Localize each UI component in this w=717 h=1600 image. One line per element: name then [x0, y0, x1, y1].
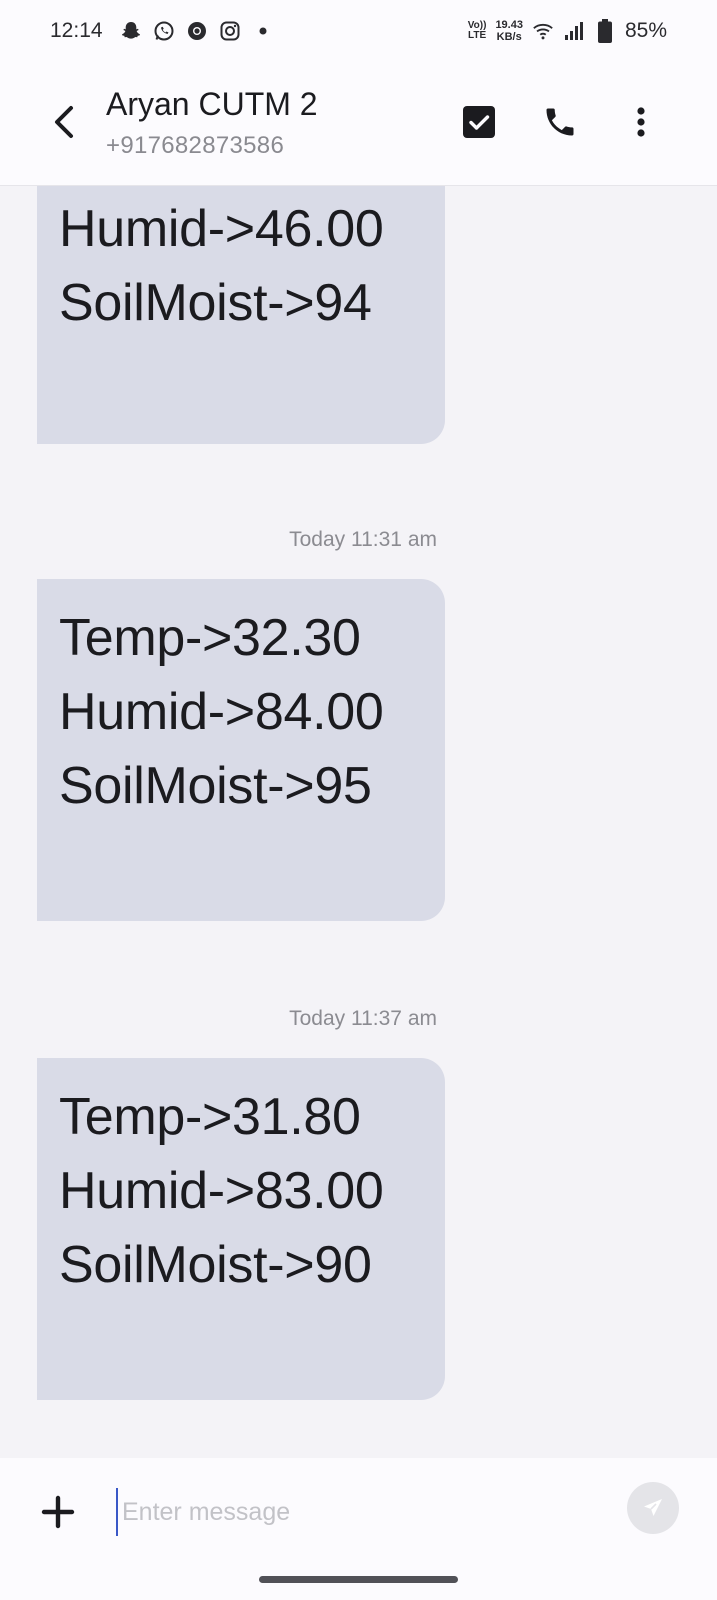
chrome-icon [186, 20, 208, 42]
send-icon [644, 1499, 662, 1516]
screen: 12:14 Vo)) LTE 19.43 KB/s 85% Temp-> Hum… [0, 0, 717, 1600]
conversation-header-foreground: Aryan CUTM 2 +917682873586 [0, 62, 717, 186]
select-checkbox-icon [463, 106, 495, 138]
more-options-button[interactable] [617, 98, 665, 146]
select-button[interactable] [455, 98, 503, 146]
status-left: 12:14 [50, 19, 274, 43]
phone-icon [546, 108, 574, 136]
message-line: Temp->31.80 [59, 1088, 361, 1146]
net-speed: 19.43 KB/s [495, 19, 523, 43]
instagram-icon [219, 20, 241, 42]
message-line: SoilMoist->90 [59, 1236, 372, 1294]
message-bubble[interactable]: Temp->32.30 Humid->84.00 SoilMoist->95 [37, 579, 445, 921]
message-bubble[interactable]: Temp->31.80 Humid->83.00 SoilMoist->90 [37, 1058, 445, 1400]
call-button[interactable] [536, 98, 584, 146]
attach-button[interactable] [38, 1492, 78, 1532]
net-speed-value: 19.43 [495, 19, 523, 31]
message-line: Humid->84.00 [59, 683, 384, 741]
message-line: SoilMoist->94 [59, 274, 372, 332]
message-line: SoilMoist->95 [59, 757, 372, 815]
volte-indicator: Vo)) LTE [468, 21, 487, 41]
battery-icon [594, 19, 616, 43]
back-button[interactable] [46, 100, 82, 144]
plus-icon [41, 1495, 75, 1529]
volte-bottom: LTE [468, 30, 487, 41]
message-timestamp: Today 11:37 am [289, 1007, 437, 1030]
home-indicator[interactable] [259, 1576, 458, 1583]
status-bar: 12:14 Vo)) LTE 19.43 KB/s 85% [0, 0, 717, 62]
wifi-icon [532, 20, 554, 42]
signal-icon [563, 20, 585, 42]
more-vert-icon [637, 107, 645, 137]
contact-number: +917682873586 [106, 132, 285, 159]
message-line: Humid->83.00 [59, 1162, 384, 1220]
dot-icon [252, 20, 274, 42]
message-input[interactable] [116, 1488, 586, 1536]
snapchat-icon [120, 20, 142, 42]
net-speed-unit: KB/s [496, 31, 522, 43]
whatsapp-icon [153, 20, 175, 42]
message-line: Humid->46.00 [59, 200, 384, 258]
send-button[interactable] [627, 1482, 679, 1534]
back-arrow-icon [55, 106, 73, 138]
status-time: 12:14 [50, 19, 103, 42]
status-right: Vo)) LTE 19.43 KB/s 85% [468, 19, 667, 43]
message-line: Temp->32.30 [59, 609, 361, 667]
battery-percentage: 85% [624, 19, 667, 42]
message-timestamp: Today 11:31 am [289, 528, 437, 551]
contact-name[interactable]: Aryan CUTM 2 [106, 86, 318, 123]
